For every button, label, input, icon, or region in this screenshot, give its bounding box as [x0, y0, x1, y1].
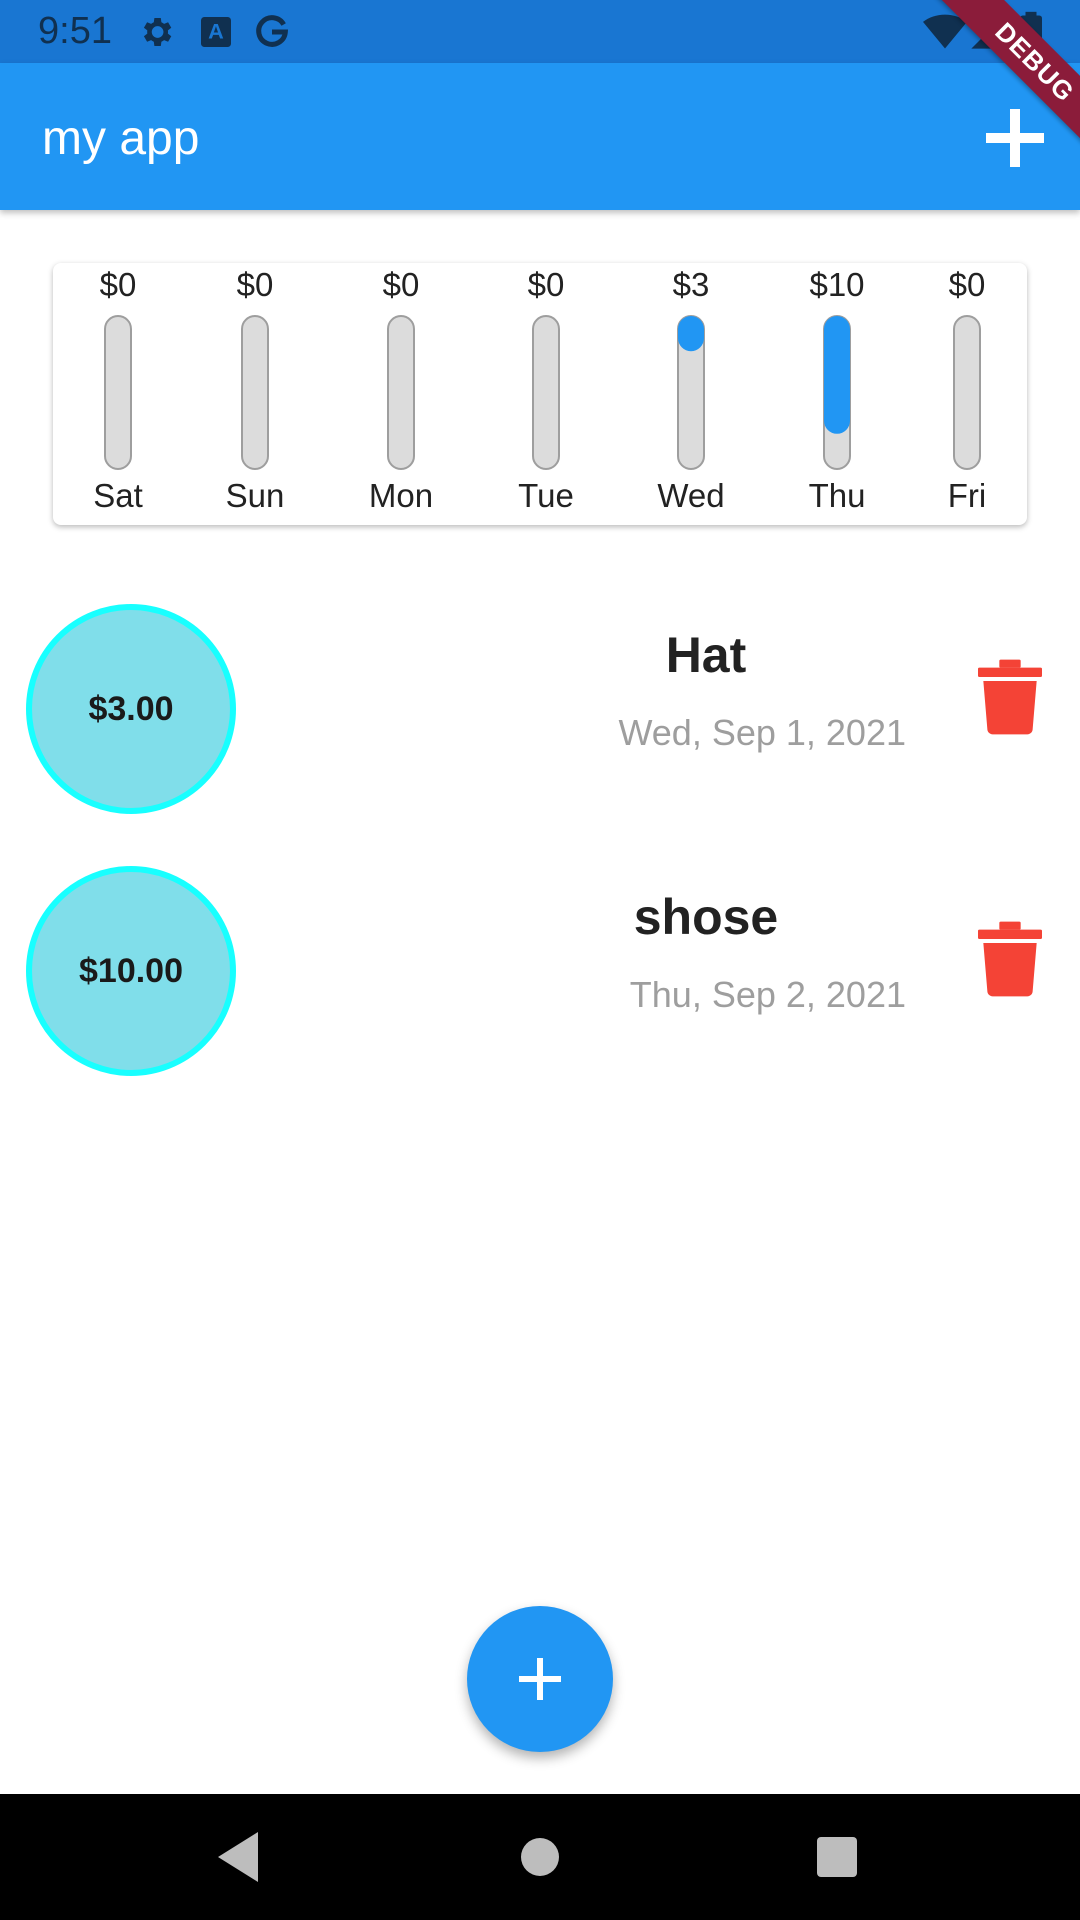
gear-icon — [143, 18, 172, 47]
bar-track — [953, 315, 981, 470]
bar-value-label: $3 — [673, 266, 710, 303]
navigation-bar — [0, 1794, 1080, 1920]
amount-badge: $10.00 — [26, 866, 236, 1076]
home-icon[interactable] — [507, 1824, 573, 1890]
plus-icon — [986, 109, 1044, 167]
bar-day-label: Fri — [948, 477, 986, 514]
bar-value-label: $0 — [237, 266, 274, 303]
google-g-icon — [256, 15, 289, 47]
bar-value-label: $0 — [528, 266, 565, 303]
transaction-item: $10.00 shose Thu, Sep 2, 2021 — [0, 866, 1080, 1086]
bar-day-label: Thu — [809, 477, 866, 514]
trash-icon — [978, 659, 1042, 735]
bar-track — [241, 315, 269, 470]
bar-day-label: Wed — [657, 477, 724, 514]
bar-day-label: Tue — [518, 477, 574, 514]
weekly-chart: $0 Sat $0 Sun $0 Mon $0 Tue $3 Wed $10 Thu $0 Fri — [93, 266, 986, 514]
bar-day-label: Mon — [369, 477, 433, 514]
transaction-date: Wed, Sep 1, 2021 — [618, 712, 906, 753]
app-bar: my app — [0, 63, 1080, 210]
recents-icon[interactable] — [804, 1824, 870, 1890]
delete-button[interactable] — [978, 659, 1042, 735]
add-transaction-button[interactable] — [980, 103, 1050, 173]
amount-badge: $3.00 — [26, 604, 236, 814]
bar-value-label: $10 — [809, 266, 864, 303]
app-title: my app — [42, 112, 200, 165]
bar-day-label: Sat — [93, 477, 143, 514]
weekly-chart-card: $0 Sat $0 Sun $0 Mon $0 Tue $3 Wed $10 Thu $0 Fri — [53, 263, 1027, 525]
transaction-item: $3.00 Hat Wed, Sep 1, 2021 — [0, 604, 1080, 824]
bar-track — [104, 315, 132, 470]
bar-fill — [824, 316, 850, 434]
transaction-title: Hat — [665, 627, 747, 683]
text-a-icon: A — [201, 17, 231, 47]
back-icon[interactable] — [206, 1824, 272, 1890]
plus-icon — [519, 1658, 561, 1700]
trash-icon — [978, 921, 1042, 997]
bar-value-label: $0 — [949, 266, 986, 303]
svg-text:A: A — [208, 19, 224, 44]
bar-track — [532, 315, 560, 470]
transaction-date: Thu, Sep 2, 2021 — [629, 974, 906, 1015]
bar-fill — [678, 316, 704, 352]
delete-button[interactable] — [978, 921, 1042, 997]
fab-add-button[interactable] — [467, 1606, 613, 1752]
bar-value-label: $0 — [100, 266, 137, 303]
bar-value-label: $0 — [383, 266, 420, 303]
status-time: 9:51 — [38, 10, 112, 52]
screen: 9:51 A my app DEBUG $0 Sat $0 Sun $0 Mon… — [0, 0, 1080, 1920]
status-bar: 9:51 A — [0, 0, 1080, 63]
bar-track — [387, 315, 415, 470]
transaction-title: shose — [633, 889, 779, 945]
bar-day-label: Sun — [226, 477, 285, 514]
